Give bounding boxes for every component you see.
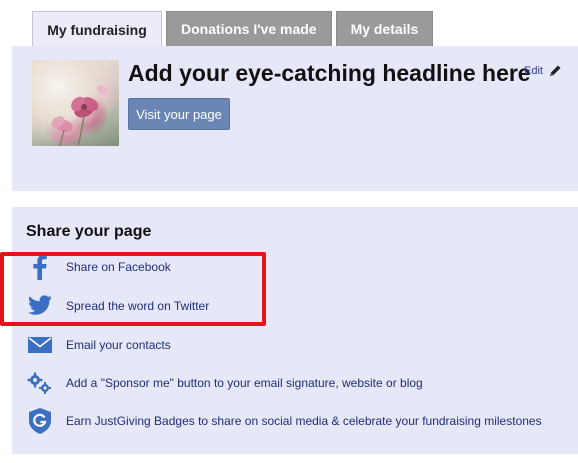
tab-my-fundraising[interactable]: My fundraising xyxy=(32,11,162,47)
share-twitter-label[interactable]: Spread the word on Twitter xyxy=(66,299,209,313)
tab-my-details[interactable]: My details xyxy=(335,11,434,47)
tab-donations-made[interactable]: Donations I've made xyxy=(166,11,332,47)
share-sponsor-button[interactable]: Add a "Sponsor me" button to your email … xyxy=(26,368,423,398)
share-panel: Share your page Share on Facebook Spread… xyxy=(12,207,578,454)
share-sponsor-label[interactable]: Add a "Sponsor me" button to your email … xyxy=(66,376,423,390)
share-badges[interactable]: Earn JustGiving Badges to share on socia… xyxy=(26,406,542,436)
share-twitter[interactable]: Spread the word on Twitter xyxy=(26,291,209,321)
share-email-label[interactable]: Email your contacts xyxy=(66,338,171,352)
email-icon xyxy=(26,331,54,359)
twitter-icon xyxy=(26,292,54,320)
page-headline: Add your eye-catching headline here xyxy=(128,60,531,86)
badge-icon xyxy=(26,407,54,435)
facebook-icon xyxy=(26,253,54,281)
edit-link[interactable]: Edit xyxy=(524,65,543,77)
pencil-icon[interactable] xyxy=(547,63,563,79)
share-facebook[interactable]: Share on Facebook xyxy=(26,252,171,282)
share-section-title: Share your page xyxy=(26,223,152,240)
fundraising-page: My fundraising Donations I've made My de… xyxy=(0,0,578,463)
page-image[interactable] xyxy=(32,60,119,146)
headline-panel: Add your eye-catching headline here Edit… xyxy=(12,46,578,191)
tab-bar: My fundraising Donations I've made My de… xyxy=(32,11,434,47)
share-email[interactable]: Email your contacts xyxy=(26,330,171,360)
share-badges-label[interactable]: Earn JustGiving Badges to share on socia… xyxy=(66,414,542,428)
flower-image xyxy=(51,85,108,146)
share-facebook-label[interactable]: Share on Facebook xyxy=(66,260,171,274)
gears-icon xyxy=(26,369,54,397)
visit-page-button[interactable]: Visit your page xyxy=(128,98,230,130)
